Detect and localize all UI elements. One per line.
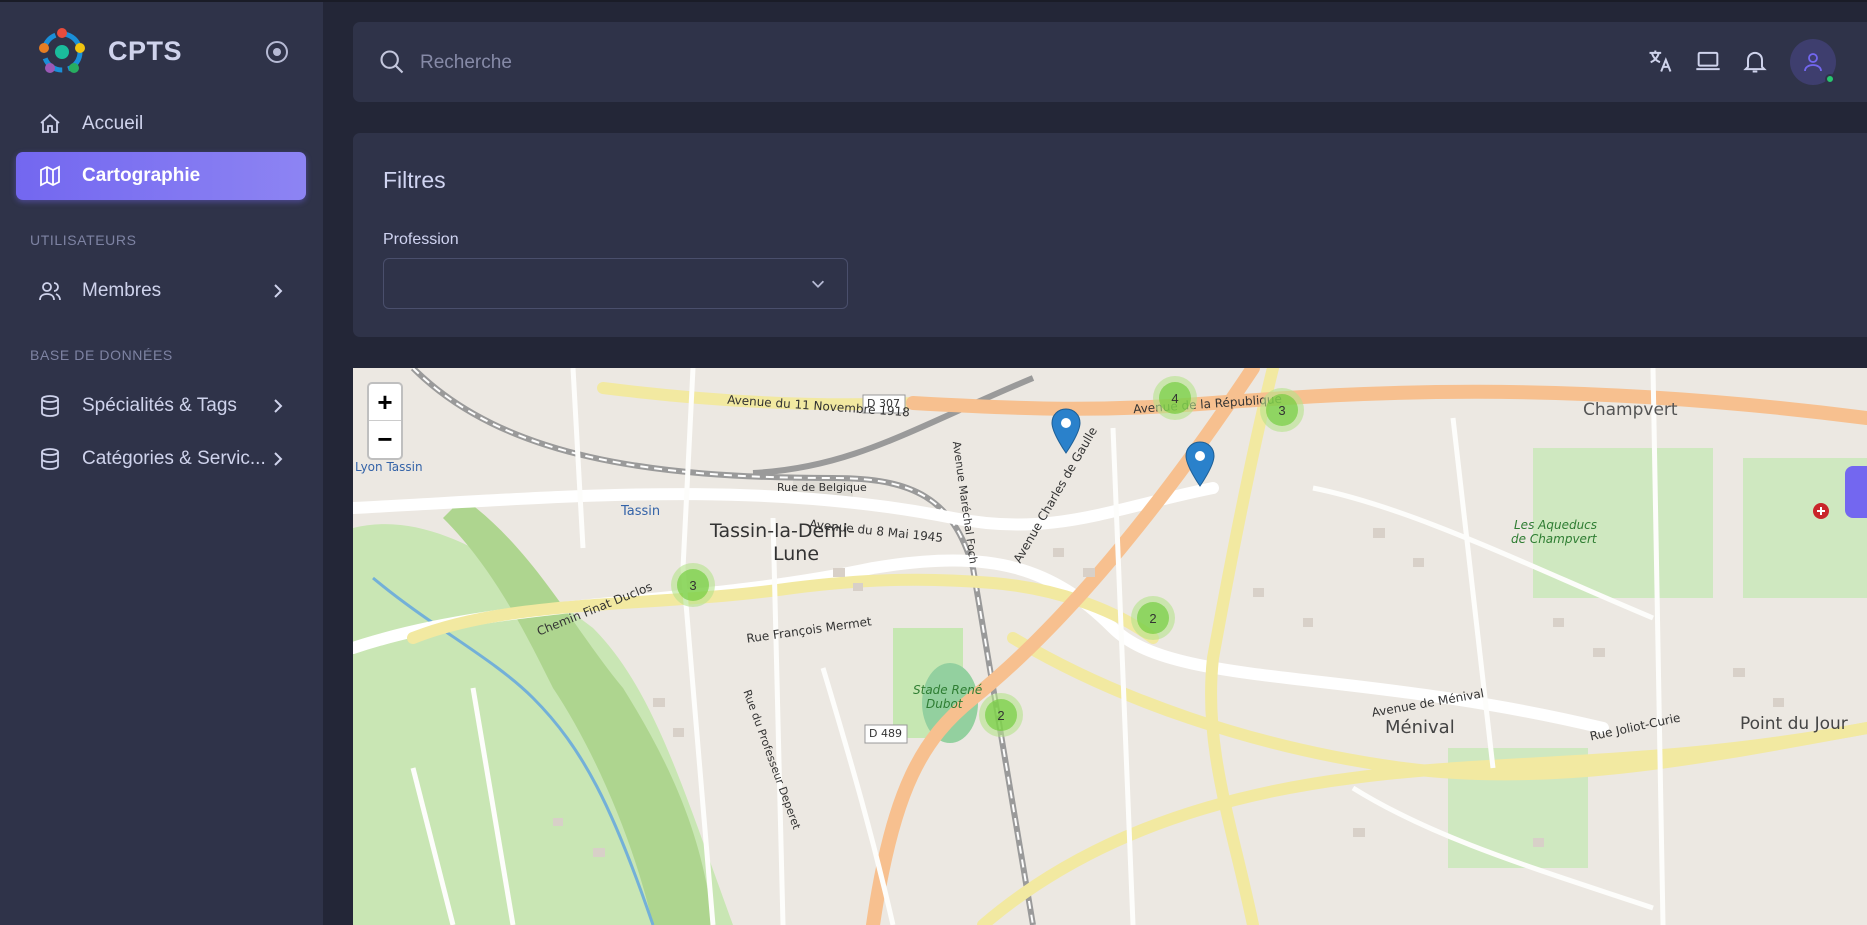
sidebar-item-label: Membres <box>82 280 162 301</box>
road-label-belgique: Rue de Belgique <box>777 481 867 494</box>
sidebar-item-accueil[interactable]: Accueil <box>16 100 306 148</box>
search-icon[interactable] <box>378 48 406 76</box>
map-marker-icon[interactable] <box>1185 441 1215 487</box>
sidebar-item-label: Catégories & Servic... <box>82 448 266 469</box>
place-label-stade-1: Stade René <box>913 683 983 697</box>
map-view[interactable]: Tassin-la-Demi- Lune Champvert Ménival P… <box>353 368 1867 925</box>
profession-select[interactable] <box>383 258 848 309</box>
marker-cluster[interactable]: 3 <box>671 563 715 607</box>
place-label-tassin-station: Tassin <box>621 504 661 519</box>
filters-title: Filtres <box>383 167 446 193</box>
route-shield-d489: D 489 <box>869 727 902 740</box>
place-label-point-du-jour: Point du Jour <box>1740 714 1848 734</box>
sidebar-item-label: Accueil <box>82 113 144 134</box>
map-tiles <box>353 368 1867 925</box>
cluster-count: 2 <box>985 699 1017 731</box>
chevron-right-icon <box>274 399 283 413</box>
map-zoom-control: + − <box>367 382 403 460</box>
marker-cluster[interactable]: 4 <box>1153 376 1197 420</box>
section-title-base-de-donnees: BASE DE DONNÉES <box>30 347 173 363</box>
place-label-aqueducs-2: de Champvert <box>1511 532 1597 546</box>
place-label-tassin-2: Lune <box>773 543 820 565</box>
sidebar: CPTS Accueil Cartographie UTILISATEURS M… <box>0 2 323 925</box>
place-label-aqueducs-1: Les Aqueducs <box>1514 518 1598 532</box>
search-input[interactable] <box>420 43 1220 83</box>
bell-icon[interactable] <box>1741 47 1769 75</box>
profession-label: Profession <box>383 231 459 248</box>
customizer-toggle-button[interactable] <box>1845 466 1867 518</box>
section-title-utilisateurs: UTILISATEURS <box>30 232 137 248</box>
app-logo[interactable] <box>34 22 90 82</box>
translate-icon[interactable] <box>1646 47 1674 75</box>
place-label-lyon-tassin: Lyon Tassin <box>355 460 423 474</box>
marker-cluster[interactable]: 2 <box>1131 596 1175 640</box>
app-name: CPTS <box>108 36 183 66</box>
sidebar-item-categories-services[interactable]: Catégories & Servic... <box>16 435 306 483</box>
logo-icon <box>39 28 85 73</box>
database-icon <box>36 392 64 420</box>
database-icon <box>36 445 64 473</box>
zoom-out-button[interactable]: − <box>369 421 401 458</box>
chevron-right-icon <box>274 284 283 298</box>
place-label-menival: Ménival <box>1385 717 1455 738</box>
cluster-count: 3 <box>1266 394 1298 426</box>
map-marker-icon[interactable] <box>1051 408 1081 454</box>
online-status-dot <box>1825 74 1835 84</box>
route-shield-d307: D 307 <box>867 397 900 410</box>
place-label-stade-2: Dubot <box>926 697 963 711</box>
sidebar-item-specialites-tags[interactable]: Spécialités & Tags <box>16 382 306 430</box>
user-avatar-icon <box>1804 53 1822 72</box>
users-icon <box>36 277 64 305</box>
laptop-icon[interactable] <box>1694 47 1722 75</box>
chevron-right-icon <box>274 452 283 466</box>
place-label-champvert: Champvert <box>1583 400 1678 420</box>
sidebar-item-cartographie[interactable]: Cartographie <box>16 152 306 200</box>
sidebar-item-label: Spécialités & Tags <box>82 395 237 416</box>
cluster-count: 4 <box>1159 382 1191 414</box>
home-icon <box>36 110 64 138</box>
user-avatar[interactable] <box>1790 39 1836 85</box>
marker-cluster[interactable]: 3 <box>1260 388 1304 432</box>
zoom-in-button[interactable]: + <box>369 384 401 421</box>
sidebar-toggle-icon[interactable] <box>266 41 288 63</box>
sidebar-item-membres[interactable]: Membres <box>16 267 306 315</box>
chevron-down-icon <box>811 280 825 288</box>
cluster-count: 2 <box>1137 602 1169 634</box>
sidebar-item-label: Cartographie <box>82 165 201 186</box>
marker-cluster[interactable]: 2 <box>979 693 1023 737</box>
cluster-count: 3 <box>677 569 709 601</box>
map-icon <box>36 162 64 190</box>
